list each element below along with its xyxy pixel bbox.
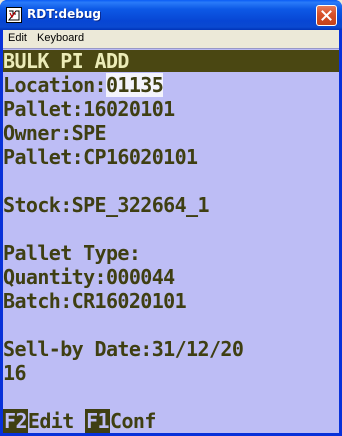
menu-keyboard[interactable]: Keyboard — [37, 32, 84, 44]
rdt-window: RDT:debug Edit Keyboard BULK PI ADD Loca… — [0, 0, 342, 436]
location-line: Location:01135 — [3, 73, 164, 97]
quantity-line: Quantity:000044 — [3, 265, 175, 289]
window-frame: Edit Keyboard BULK PI ADD Location:01135… — [3, 30, 339, 433]
location-label: Location: — [3, 73, 107, 97]
f1-key[interactable]: F1 — [85, 409, 110, 433]
f2-key[interactable]: F2 — [3, 409, 28, 433]
sellby-line-2: 16 — [3, 361, 26, 385]
close-button[interactable] — [316, 5, 337, 26]
location-input[interactable]: 01135 — [105, 73, 164, 97]
title-bar[interactable]: RDT:debug — [0, 0, 342, 30]
screen-header: BULK PI ADD — [3, 50, 339, 72]
pallet-type-line: Pallet Type: — [3, 241, 141, 265]
sellby-line-1: Sell-by Date:31/12/20 — [3, 337, 244, 361]
function-key-footer: F2Edit F1Conf — [3, 409, 156, 433]
f2-label[interactable]: Edit — [28, 409, 74, 433]
close-icon — [321, 10, 332, 21]
pallet-line: Pallet:16020101 — [3, 97, 175, 121]
menu-bar: Edit Keyboard — [3, 30, 339, 48]
terminal-screen[interactable]: BULK PI ADD Location:01135 Pallet:160201… — [3, 48, 339, 433]
f1-label[interactable]: Conf — [110, 409, 156, 433]
batch-line: Batch:CR16020101 — [3, 289, 187, 313]
pallet-cp-line: Pallet:CP16020101 — [3, 145, 198, 169]
stock-line: Stock:SPE_322664_1 — [3, 193, 210, 217]
window-title: RDT:debug — [27, 7, 101, 21]
menu-edit[interactable]: Edit — [8, 32, 27, 44]
owner-line: Owner:SPE — [3, 121, 107, 145]
app-icon — [6, 7, 22, 23]
